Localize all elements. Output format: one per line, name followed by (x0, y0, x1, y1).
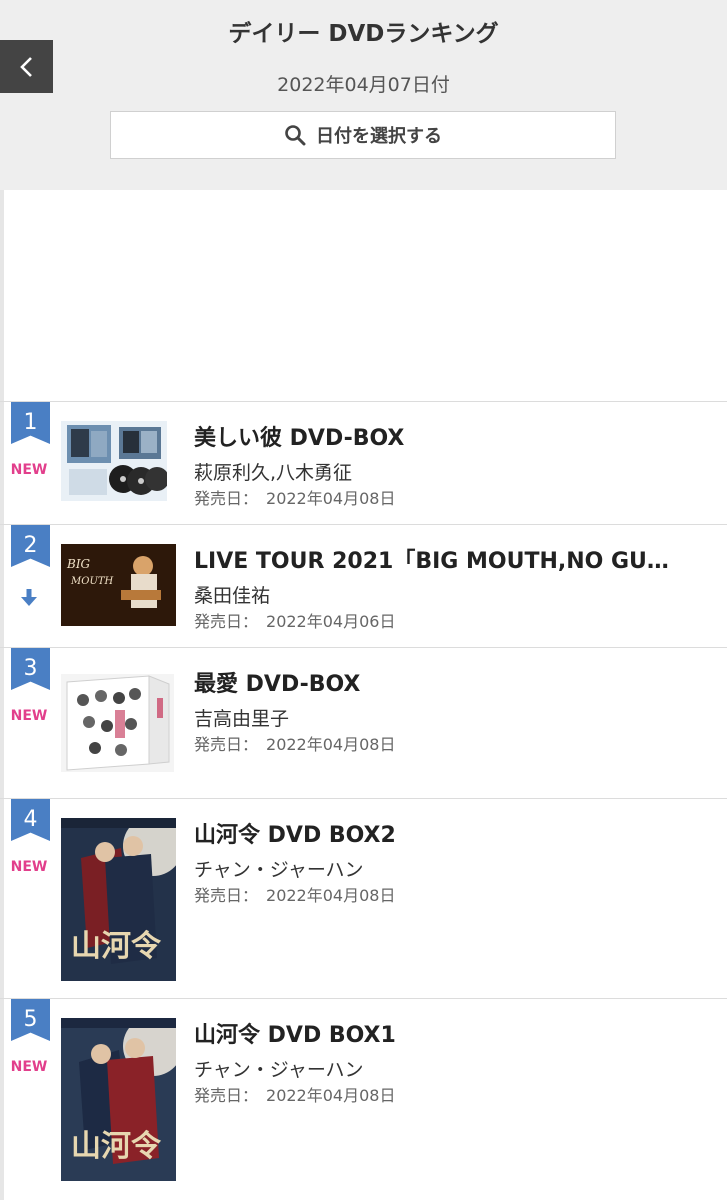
page-header: デイリー DVDランキング 2022年04月07日付 日付を選択する (0, 0, 727, 190)
rank-badge: 1 (11, 402, 50, 444)
ranking-item-4[interactable]: 4 NEW 山河令 山河令 DVD BOX2 チャン・ジャーハン 発売日： 202… (0, 798, 727, 999)
ranking-item-5[interactable]: 5 NEW 山河令 山河令 DVD BOX1 チャン・ジャーハン 発売日： 202… (0, 998, 727, 1199)
item-title[interactable]: 山河令 DVD BOX2 (194, 817, 396, 849)
release-label: 発売日： (194, 735, 259, 754)
release-date: 発売日： 2022年04月08日 (194, 1082, 395, 1106)
release-label: 発売日： (194, 886, 259, 905)
dvd-cover-image[interactable] (61, 674, 174, 772)
release-date: 発売日： 2022年04月06日 (194, 608, 395, 632)
select-date-label: 日付を選択する (316, 126, 442, 147)
ranking-item-1[interactable]: 1 NEW 美しい彼 DVD-BOX 萩原利久,八木勇征 発売日： 2022年04… (0, 401, 727, 524)
release-label: 発売日： (194, 489, 259, 508)
rank-badge: 4 (11, 799, 50, 841)
release-date: 発売日： 2022年04月08日 (194, 882, 395, 906)
ranking-item-3[interactable]: 3 NEW 最愛 DVD-BOX 吉高由里子 発売日： 2022年04月08日 (0, 647, 727, 799)
svg-text:山河令: 山河令 (71, 929, 162, 964)
arrow-down-icon (21, 589, 37, 606)
new-badge: NEW (10, 859, 48, 875)
svg-text:MOUTH: MOUTH (70, 576, 114, 587)
release-date: 発売日： 2022年04月08日 (194, 731, 395, 755)
dvd-cover-image[interactable]: 山河令 (61, 818, 176, 981)
item-artist: 萩原利久,八木勇征 (194, 462, 353, 484)
item-artist: チャン・ジャーハン (194, 859, 364, 881)
release-date-value: 2022年04月08日 (266, 1086, 396, 1105)
item-title[interactable]: 美しい彼 DVD-BOX (194, 420, 404, 452)
new-badge: NEW (10, 708, 48, 724)
release-date-value: 2022年04月08日 (266, 735, 396, 754)
dvd-cover-image[interactable]: BIG MOUTH (61, 544, 176, 626)
item-artist: チャン・ジャーハン (194, 1059, 364, 1081)
release-label: 発売日： (194, 612, 259, 631)
svg-text:山河令: 山河令 (71, 1129, 162, 1164)
select-date-button[interactable]: 日付を選択する (110, 111, 616, 159)
item-title[interactable]: 山河令 DVD BOX1 (194, 1017, 396, 1049)
release-date-value: 2022年04月08日 (266, 489, 396, 508)
item-artist: 桑田佳祐 (194, 585, 271, 607)
rank-badge: 3 (11, 648, 50, 690)
item-title[interactable]: LIVE TOUR 2021「BIG MOUTH,NO GU… (194, 543, 669, 575)
rank-badge: 5 (11, 999, 50, 1041)
release-label: 発売日： (194, 1086, 259, 1105)
item-title[interactable]: 最愛 DVD-BOX (194, 666, 360, 698)
release-date-value: 2022年04月06日 (266, 612, 396, 631)
release-date-value: 2022年04月08日 (266, 886, 396, 905)
ranking-date: 2022年04月07日付 (277, 74, 450, 96)
dvd-cover-image[interactable] (61, 421, 167, 501)
new-badge: NEW (10, 462, 48, 478)
rank-badge: 2 (11, 525, 50, 567)
search-icon (285, 125, 306, 146)
svg-text:BIG: BIG (66, 557, 91, 571)
item-artist: 吉高由里子 (194, 708, 290, 730)
release-date: 発売日： 2022年04月08日 (194, 485, 395, 509)
new-badge: NEW (10, 1059, 48, 1075)
ranking-item-2[interactable]: 2 BIG MOUTH LIVE TOUR 2021「BIG MOUTH,NO … (0, 524, 727, 647)
dvd-cover-image[interactable]: 山河令 (61, 1018, 176, 1181)
page-title: デイリー DVDランキング (228, 21, 499, 47)
